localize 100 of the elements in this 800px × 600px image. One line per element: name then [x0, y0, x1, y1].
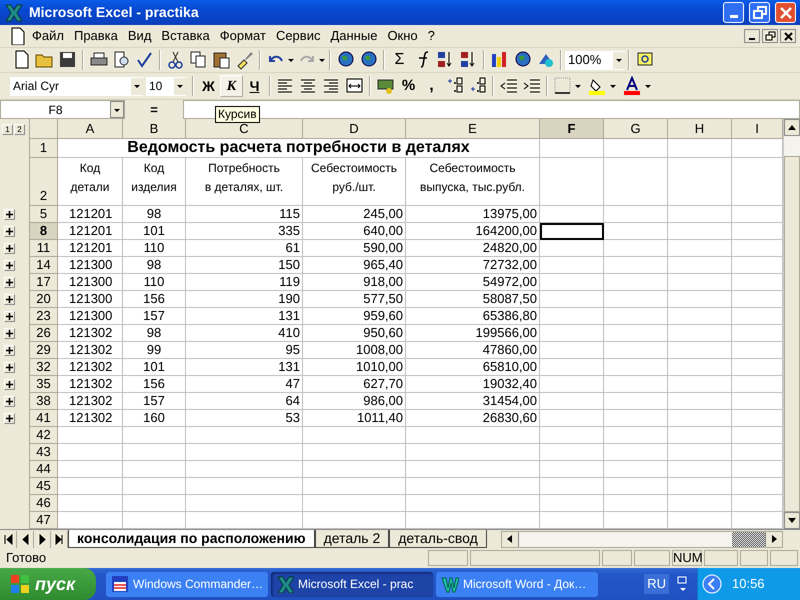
row-header[interactable]: 47 — [30, 512, 58, 529]
equals-sign[interactable]: = — [125, 100, 183, 119]
column-header[interactable]: G — [604, 119, 668, 139]
row-header[interactable]: 1 — [30, 139, 58, 158]
restore-button[interactable] — [762, 29, 778, 43]
column-header[interactable]: C — [186, 119, 303, 139]
zoom-dropdown[interactable]: 100% — [565, 50, 625, 70]
percent-button[interactable]: % — [397, 74, 420, 98]
row-header[interactable]: 14 — [30, 257, 58, 274]
column-header[interactable]: F — [540, 119, 604, 139]
expand-button[interactable] — [4, 294, 15, 305]
font-color-icon[interactable] — [622, 76, 642, 96]
scissors-icon[interactable] — [166, 50, 186, 70]
row-header[interactable]: 44 — [30, 461, 58, 478]
row-header[interactable]: 11 — [30, 240, 58, 257]
column-header[interactable]: A — [58, 119, 123, 139]
bold-button[interactable]: Ж — [197, 75, 220, 97]
scroll-thumb[interactable] — [732, 532, 765, 546]
expand-button[interactable] — [4, 379, 15, 390]
menu-item[interactable]: ? — [424, 26, 439, 46]
sheet-tab[interactable]: деталь 2 — [314, 530, 390, 548]
menu-item[interactable]: Данные — [326, 26, 382, 46]
paste-icon[interactable] — [212, 50, 232, 70]
underline-button[interactable]: Ч — [243, 75, 266, 97]
row-header[interactable]: 42 — [30, 427, 58, 444]
row-header[interactable]: 17 — [30, 274, 58, 291]
row-header[interactable]: 41 — [30, 410, 58, 427]
vertical-scrollbar[interactable] — [783, 119, 800, 529]
sheet-tab[interactable]: деталь-свод — [389, 530, 487, 548]
expand-button[interactable] — [4, 413, 15, 424]
formula-field[interactable] — [183, 100, 800, 119]
row-header[interactable]: 43 — [30, 444, 58, 461]
row-header[interactable]: 23 — [30, 308, 58, 325]
expand-button[interactable] — [4, 345, 15, 356]
expand-button[interactable] — [4, 277, 15, 288]
taskbar-button[interactable]: Microsoft Word - Док… — [436, 572, 598, 596]
font-size-dropdown[interactable]: 10 — [146, 76, 186, 96]
outline-level-button[interactable]: 1 — [2, 124, 13, 134]
minimize-button[interactable] — [744, 29, 760, 43]
expand-button[interactable] — [4, 328, 15, 339]
fill-color-icon[interactable] — [588, 76, 608, 96]
taskbar-button[interactable]: Microsoft Excel - prac — [271, 572, 433, 596]
expand-button[interactable] — [4, 311, 15, 322]
row-header[interactable]: 20 — [30, 291, 58, 308]
expand-button[interactable] — [4, 396, 15, 407]
menu-item[interactable]: Окно — [383, 26, 422, 46]
borders-icon[interactable] — [552, 76, 572, 96]
scroll-left-icon[interactable] — [507, 535, 512, 543]
expand-button[interactable] — [4, 226, 15, 237]
scroll-up-icon[interactable] — [788, 124, 796, 130]
print-preview-icon[interactable] — [112, 50, 132, 70]
row-header[interactable]: 45 — [30, 478, 58, 495]
brush-icon[interactable] — [234, 50, 254, 70]
copy-icon[interactable] — [188, 50, 208, 70]
spelling-icon[interactable] — [134, 50, 154, 70]
name-box[interactable]: F8 — [0, 100, 125, 119]
expand-button[interactable] — [4, 260, 15, 271]
dropdown-arrow-icon[interactable] — [609, 82, 617, 90]
dropdown-arrow-icon[interactable] — [318, 56, 326, 64]
active-cell[interactable] — [540, 223, 604, 240]
dropdown-arrow-icon[interactable] — [644, 82, 652, 90]
row-header[interactable]: 46 — [30, 495, 58, 512]
expand-button[interactable] — [4, 243, 15, 254]
close-button[interactable] — [780, 29, 796, 43]
menu-item[interactable]: Вставка — [157, 26, 214, 46]
row-header[interactable]: 29 — [30, 342, 58, 359]
chevron-left-icon[interactable] — [702, 574, 722, 594]
row-header[interactable]: 2 — [30, 158, 58, 206]
column-header[interactable]: B — [123, 119, 186, 139]
taskbar-button[interactable]: Windows Commander… — [106, 572, 268, 596]
horizontal-scrollbar[interactable] — [500, 530, 783, 548]
menu-item[interactable]: Формат — [216, 26, 270, 46]
dropdown-arrow-icon[interactable] — [287, 56, 295, 64]
row-header[interactable]: 38 — [30, 393, 58, 410]
outline-level-button[interactable]: 2 — [14, 124, 25, 134]
column-header[interactable]: H — [668, 119, 732, 139]
expand-button[interactable] — [4, 362, 15, 373]
row-header[interactable]: 8 — [30, 223, 58, 240]
scroll-right-icon[interactable] — [772, 535, 776, 543]
menu-item[interactable]: Файл — [28, 26, 68, 46]
scroll-down-icon[interactable] — [788, 518, 796, 524]
save-icon[interactable] — [58, 50, 78, 70]
menu-item[interactable]: Сервис — [272, 26, 324, 46]
dropdown-arrow-icon[interactable] — [574, 82, 582, 90]
column-header[interactable]: I — [732, 119, 783, 139]
column-header[interactable]: D — [303, 119, 406, 139]
sheet-tab[interactable]: консолидация по расположению — [68, 530, 315, 548]
autosum-button[interactable]: Σ — [388, 48, 411, 72]
language-indicator[interactable]: RU — [644, 574, 669, 594]
start-button[interactable]: пуск — [0, 568, 96, 600]
row-header[interactable]: 5 — [30, 206, 58, 223]
row-header[interactable]: 32 — [30, 359, 58, 376]
menu-item[interactable]: Правка — [70, 26, 122, 46]
row-header[interactable]: 35 — [30, 376, 58, 393]
expand-button[interactable] — [4, 209, 15, 220]
font-dropdown[interactable]: Arial Cyr — [10, 76, 143, 96]
row-header[interactable]: 26 — [30, 325, 58, 342]
comma-button[interactable]: , — [420, 74, 443, 98]
italic-button[interactable]: К — [220, 75, 243, 97]
menu-item[interactable]: Вид — [124, 26, 156, 46]
